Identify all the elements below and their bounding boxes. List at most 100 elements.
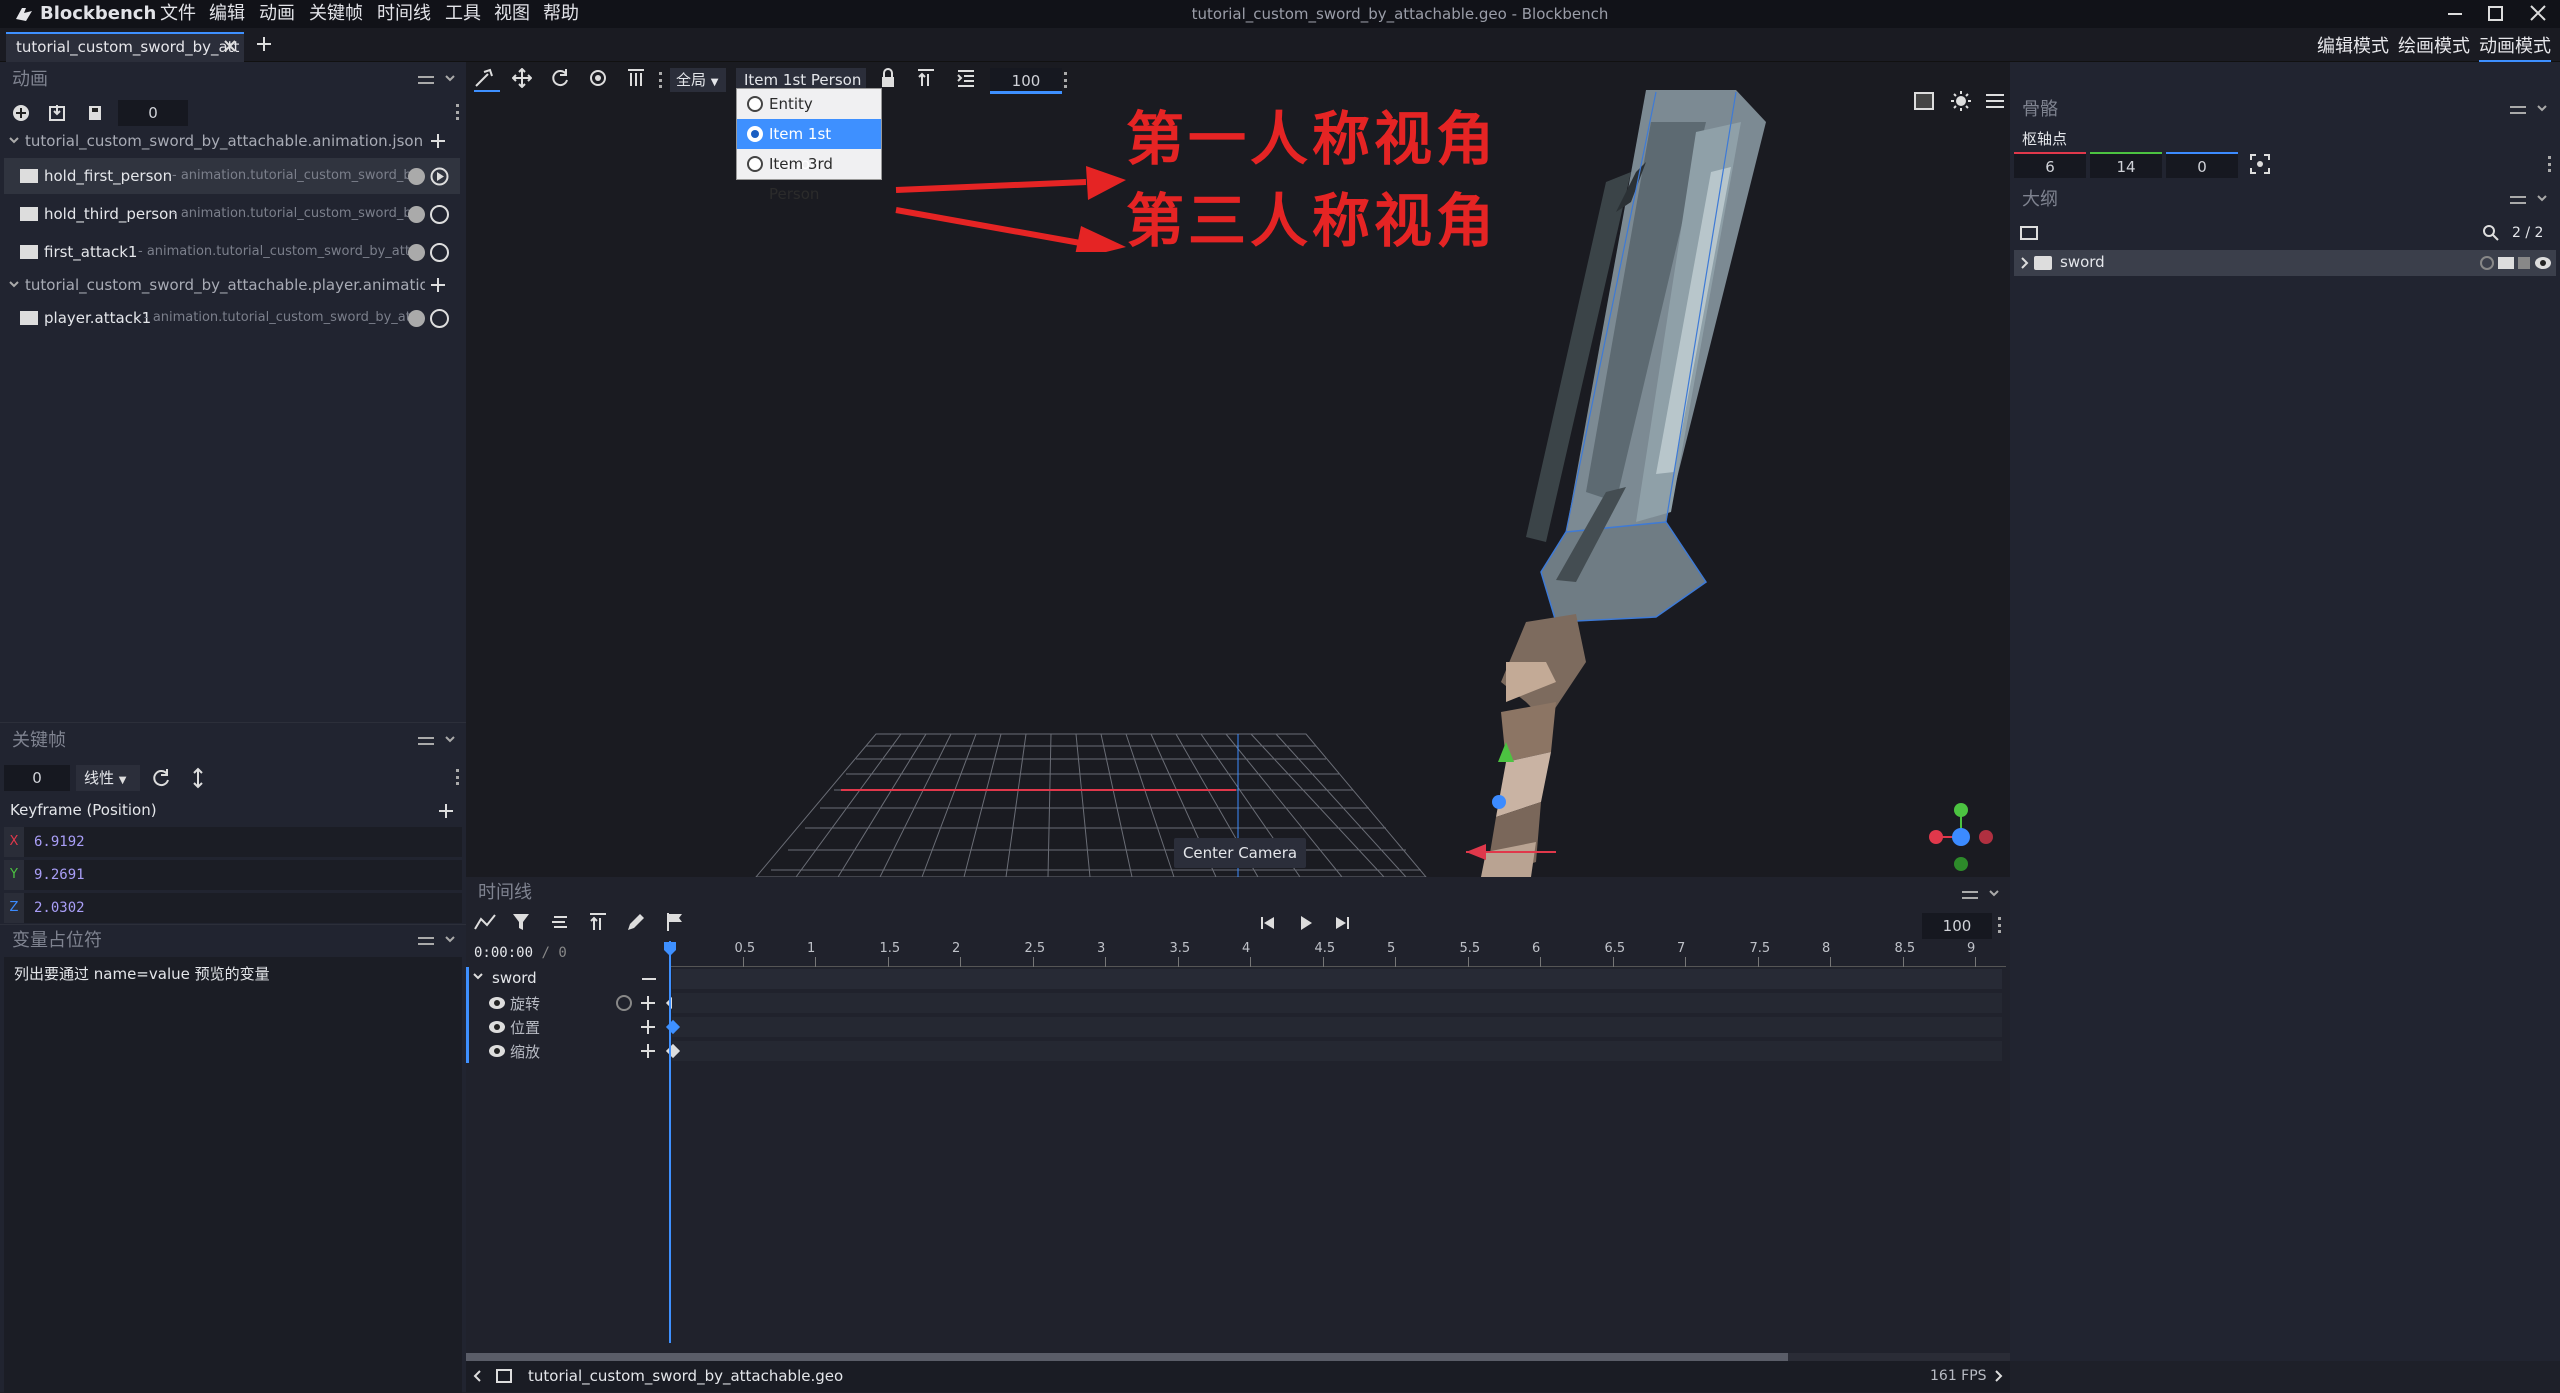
chevron-left-icon[interactable] bbox=[472, 1369, 482, 1383]
add-to-file-icon[interactable] bbox=[430, 133, 446, 149]
focus-pivot-icon[interactable] bbox=[2250, 154, 2270, 174]
axis-navigation-gizmo[interactable] bbox=[1926, 802, 1996, 872]
center-camera-button[interactable]: Center Camera bbox=[1174, 838, 1306, 868]
collapse-icon[interactable] bbox=[444, 72, 456, 84]
axis-y-row[interactable]: Y 9.2691 bbox=[4, 860, 462, 890]
menu-edit[interactable]: 编辑 bbox=[209, 0, 245, 28]
camera-icon[interactable] bbox=[2498, 257, 2514, 269]
menu-file[interactable]: 文件 bbox=[160, 0, 196, 28]
lock-icon[interactable] bbox=[2518, 257, 2530, 269]
add-animation-icon[interactable] bbox=[12, 104, 30, 122]
dropdown-option-entity[interactable]: Entity bbox=[737, 89, 881, 119]
menu-animation[interactable]: 动画 bbox=[259, 0, 295, 28]
more-icon[interactable] bbox=[456, 769, 459, 785]
menu-icon[interactable] bbox=[1986, 94, 2004, 108]
reset-icon[interactable] bbox=[152, 768, 172, 788]
menu-help[interactable]: 帮助 bbox=[543, 0, 579, 28]
axis-y-value[interactable]: 9.2691 bbox=[34, 860, 85, 890]
maximize-icon[interactable] bbox=[2488, 6, 2503, 21]
add-keyframe-value-icon[interactable] bbox=[438, 803, 454, 819]
mode-paint[interactable]: 绘画模式 bbox=[2398, 32, 2470, 58]
add-group-icon[interactable] bbox=[2020, 226, 2038, 240]
circle-icon[interactable] bbox=[430, 205, 449, 224]
channel-row-position[interactable]: 位置 bbox=[466, 1015, 2006, 1039]
channel-row-scale[interactable]: 缩放 bbox=[466, 1039, 2006, 1063]
play-icon[interactable] bbox=[1298, 915, 1314, 931]
playhead-handle-icon[interactable] bbox=[663, 941, 677, 957]
more-icon[interactable] bbox=[456, 104, 459, 120]
animation-file-1[interactable]: tutorial_custom_sword_by_attachable.anim… bbox=[0, 126, 466, 156]
eye-icon[interactable] bbox=[2534, 256, 2552, 270]
dropdown-option-item-1st-person[interactable]: Item 1st Person bbox=[737, 119, 881, 173]
more-icon[interactable] bbox=[1064, 72, 1067, 88]
menu-tools[interactable]: 工具 bbox=[445, 0, 481, 28]
add-to-file-icon[interactable] bbox=[430, 277, 446, 293]
playback-speed[interactable]: 100 bbox=[1922, 913, 1992, 939]
add-keyframe-icon[interactable] bbox=[640, 1043, 656, 1059]
eye-icon[interactable] bbox=[488, 996, 506, 1010]
speed-input[interactable]: 100 bbox=[990, 68, 1062, 94]
panel-menu-icon[interactable] bbox=[1962, 891, 1978, 899]
menu-timeline[interactable]: 时间线 bbox=[377, 0, 431, 28]
more-icon[interactable] bbox=[2548, 156, 2551, 172]
add-keyframe-icon[interactable] bbox=[640, 1019, 656, 1035]
menu-keyframe[interactable]: 关键帧 bbox=[309, 0, 363, 28]
channel-row-rotation[interactable]: 旋转 bbox=[466, 991, 2006, 1015]
pivot-y[interactable]: 14 bbox=[2090, 152, 2162, 178]
mode-edit[interactable]: 编辑模式 bbox=[2317, 32, 2389, 58]
save-animation-icon[interactable] bbox=[86, 104, 104, 122]
graph-editor-icon[interactable] bbox=[474, 913, 496, 931]
animation-item[interactable]: hold_first_person - animation.tutorial_c… bbox=[4, 158, 460, 194]
pivot-x[interactable]: 6 bbox=[2014, 152, 2086, 178]
collapse-bone-icon[interactable] bbox=[642, 978, 656, 980]
pivot-tool-icon[interactable] bbox=[588, 68, 608, 88]
animation-item[interactable]: hold_third_person - animation.tutorial_c… bbox=[4, 196, 460, 232]
skip-forward-icon[interactable] bbox=[1334, 915, 1350, 931]
axis-z-value[interactable]: 2.0302 bbox=[34, 893, 85, 923]
expand-vertical-icon[interactable] bbox=[190, 767, 206, 789]
filter-icon[interactable] bbox=[512, 913, 530, 931]
circle-icon[interactable] bbox=[430, 243, 449, 262]
panel-menu-icon[interactable] bbox=[418, 937, 434, 945]
close-icon[interactable] bbox=[2528, 3, 2548, 23]
axis-x-row[interactable]: X 6.9192 bbox=[4, 827, 462, 857]
panel-menu-icon[interactable] bbox=[2510, 196, 2526, 204]
more-icon[interactable] bbox=[1998, 917, 2001, 933]
collapse-icon[interactable] bbox=[1988, 887, 2000, 899]
minimize-icon[interactable] bbox=[2448, 13, 2462, 15]
chevron-right-icon[interactable] bbox=[1994, 1369, 2004, 1383]
rotate-tool-icon[interactable] bbox=[550, 68, 570, 88]
flag-icon[interactable] bbox=[666, 912, 684, 932]
outliner-item[interactable]: sword bbox=[2014, 250, 2556, 276]
menu-view[interactable]: 视图 bbox=[494, 0, 530, 28]
timeline-ruler[interactable]: 0.5 1 1.5 2 2.5 3 3.5 4 4.5 5 5.5 6 6.5 7 7.5 8 8.5 9 bbox=[670, 941, 2006, 967]
pivot-z[interactable]: 0 bbox=[2166, 152, 2238, 178]
move-tool-icon[interactable] bbox=[474, 68, 500, 92]
skip-back-icon[interactable] bbox=[1260, 915, 1276, 931]
search-icon[interactable] bbox=[2482, 224, 2500, 242]
tab-close-icon[interactable] bbox=[224, 40, 236, 52]
animation-file-2[interactable]: tutorial_custom_sword_by_attachable.play… bbox=[0, 270, 466, 300]
animation-item[interactable]: first_attack1 - animation.tutorial_custo… bbox=[4, 234, 460, 270]
variables-input[interactable]: 列出要通过 name=value 预览的变量 bbox=[4, 957, 462, 1393]
more-icon[interactable] bbox=[659, 72, 662, 88]
panel-menu-icon[interactable] bbox=[2510, 106, 2526, 114]
lock-icon[interactable] bbox=[880, 68, 896, 88]
animation-counter[interactable]: 0 bbox=[118, 100, 188, 126]
add-keyframe-icon[interactable] bbox=[640, 995, 656, 1011]
play-circle-icon[interactable] bbox=[430, 167, 449, 186]
collapse-icon[interactable] bbox=[444, 933, 456, 945]
import-animation-icon[interactable] bbox=[48, 104, 66, 122]
eye-icon[interactable] bbox=[488, 1044, 506, 1058]
timeline-scrollbar[interactable] bbox=[466, 1353, 2010, 1361]
dropdown-option-item-3rd-person[interactable]: Item 3rd Person bbox=[737, 149, 881, 203]
circle-icon[interactable] bbox=[430, 309, 449, 328]
sort-icon[interactable] bbox=[588, 912, 608, 932]
axis-z-row[interactable]: Z 2.0302 bbox=[4, 893, 462, 923]
playhead[interactable] bbox=[669, 941, 671, 1343]
translate-tool-icon[interactable] bbox=[512, 68, 532, 88]
mode-animate[interactable]: 动画模式 bbox=[2479, 32, 2551, 63]
pencil-icon[interactable] bbox=[626, 912, 646, 932]
layers-icon[interactable] bbox=[550, 913, 568, 931]
space-select[interactable]: 全局 ▼ bbox=[670, 68, 726, 92]
